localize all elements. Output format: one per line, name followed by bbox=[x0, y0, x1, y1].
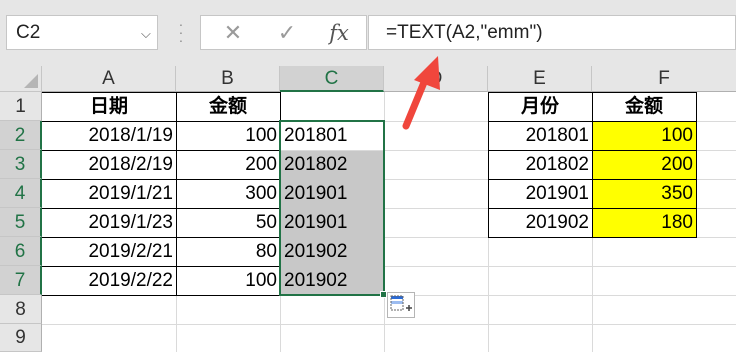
pointer-arrow-icon bbox=[402, 56, 440, 130]
column-header-b[interactable]: B bbox=[176, 66, 280, 92]
column-header-c[interactable]: C bbox=[280, 66, 384, 92]
header-total[interactable]: 金额 bbox=[592, 92, 696, 121]
header-date[interactable]: 日期 bbox=[42, 92, 176, 121]
column-header-f[interactable]: F bbox=[592, 66, 736, 92]
splitter-handle[interactable]: · · · bbox=[174, 17, 188, 47]
cell-e5[interactable]: 201902 bbox=[488, 208, 592, 237]
select-all-corner[interactable] bbox=[0, 66, 42, 92]
fill-handle[interactable] bbox=[380, 291, 387, 298]
cell-a5[interactable]: 2019/1/23 bbox=[42, 208, 176, 237]
column-header-e[interactable]: E bbox=[488, 66, 592, 92]
cell-e3[interactable]: 201802 bbox=[488, 150, 592, 179]
cell-b6[interactable]: 80 bbox=[176, 237, 280, 266]
row-header-8[interactable]: 8 bbox=[0, 295, 42, 324]
formula-text: =TEXT(A2,"emm") bbox=[386, 22, 543, 43]
row-header-3[interactable]: 3 bbox=[0, 150, 42, 179]
column-header-a[interactable]: A bbox=[42, 66, 176, 92]
cell-a7[interactable]: 2019/2/22 bbox=[42, 266, 176, 295]
paste-options-icon bbox=[390, 295, 412, 311]
cell-a6[interactable]: 2019/2/21 bbox=[42, 237, 176, 266]
formula-input[interactable]: =TEXT(A2,"emm") bbox=[368, 15, 736, 50]
row-header-4[interactable]: 4 bbox=[0, 179, 42, 208]
cell-a4[interactable]: 2019/1/21 bbox=[42, 179, 176, 208]
formula-bar: C2 ⌵ · · · ✕ ✓ fx =TEXT(A2,"emm") bbox=[0, 0, 736, 66]
cell-b4[interactable]: 300 bbox=[176, 179, 280, 208]
cancel-icon[interactable]: ✕ bbox=[213, 18, 253, 48]
formula-buttons: ✕ ✓ fx bbox=[200, 15, 367, 50]
name-box-value: C2 bbox=[16, 22, 41, 43]
row-header-1[interactable]: 1 bbox=[0, 92, 42, 121]
cell-a3[interactable]: 2018/2/19 bbox=[42, 150, 176, 179]
selection-border bbox=[279, 120, 385, 296]
cell-f5[interactable]: 180 bbox=[592, 208, 696, 237]
name-box[interactable]: C2 ⌵ bbox=[6, 15, 158, 50]
cell-b3[interactable]: 200 bbox=[176, 150, 280, 179]
cell-b5[interactable]: 50 bbox=[176, 208, 280, 237]
cell-f3[interactable]: 200 bbox=[592, 150, 696, 179]
cell-e2[interactable]: 201801 bbox=[488, 121, 592, 150]
row-header-7[interactable]: 7 bbox=[0, 266, 42, 295]
cell-b2[interactable]: 100 bbox=[176, 121, 280, 150]
row-header-5[interactable]: 5 bbox=[0, 208, 42, 237]
insert-function-icon[interactable]: fx bbox=[319, 18, 359, 48]
row-header-6[interactable]: 6 bbox=[0, 237, 42, 266]
header-month[interactable]: 月份 bbox=[488, 92, 592, 121]
enter-icon[interactable]: ✓ bbox=[267, 18, 307, 48]
row-header-2[interactable]: 2 bbox=[0, 121, 42, 150]
cell-b7[interactable]: 100 bbox=[176, 266, 280, 295]
chevron-down-icon[interactable]: ⌵ bbox=[141, 26, 151, 42]
cell-a2[interactable]: 2018/1/19 bbox=[42, 121, 176, 150]
header-amount[interactable]: 金额 bbox=[176, 92, 280, 121]
row-header-9[interactable]: 9 bbox=[0, 324, 42, 352]
cell-e4[interactable]: 201901 bbox=[488, 179, 592, 208]
cell-f2[interactable]: 100 bbox=[592, 121, 696, 150]
paste-options-button[interactable] bbox=[387, 292, 415, 318]
cell-f4[interactable]: 350 bbox=[592, 179, 696, 208]
